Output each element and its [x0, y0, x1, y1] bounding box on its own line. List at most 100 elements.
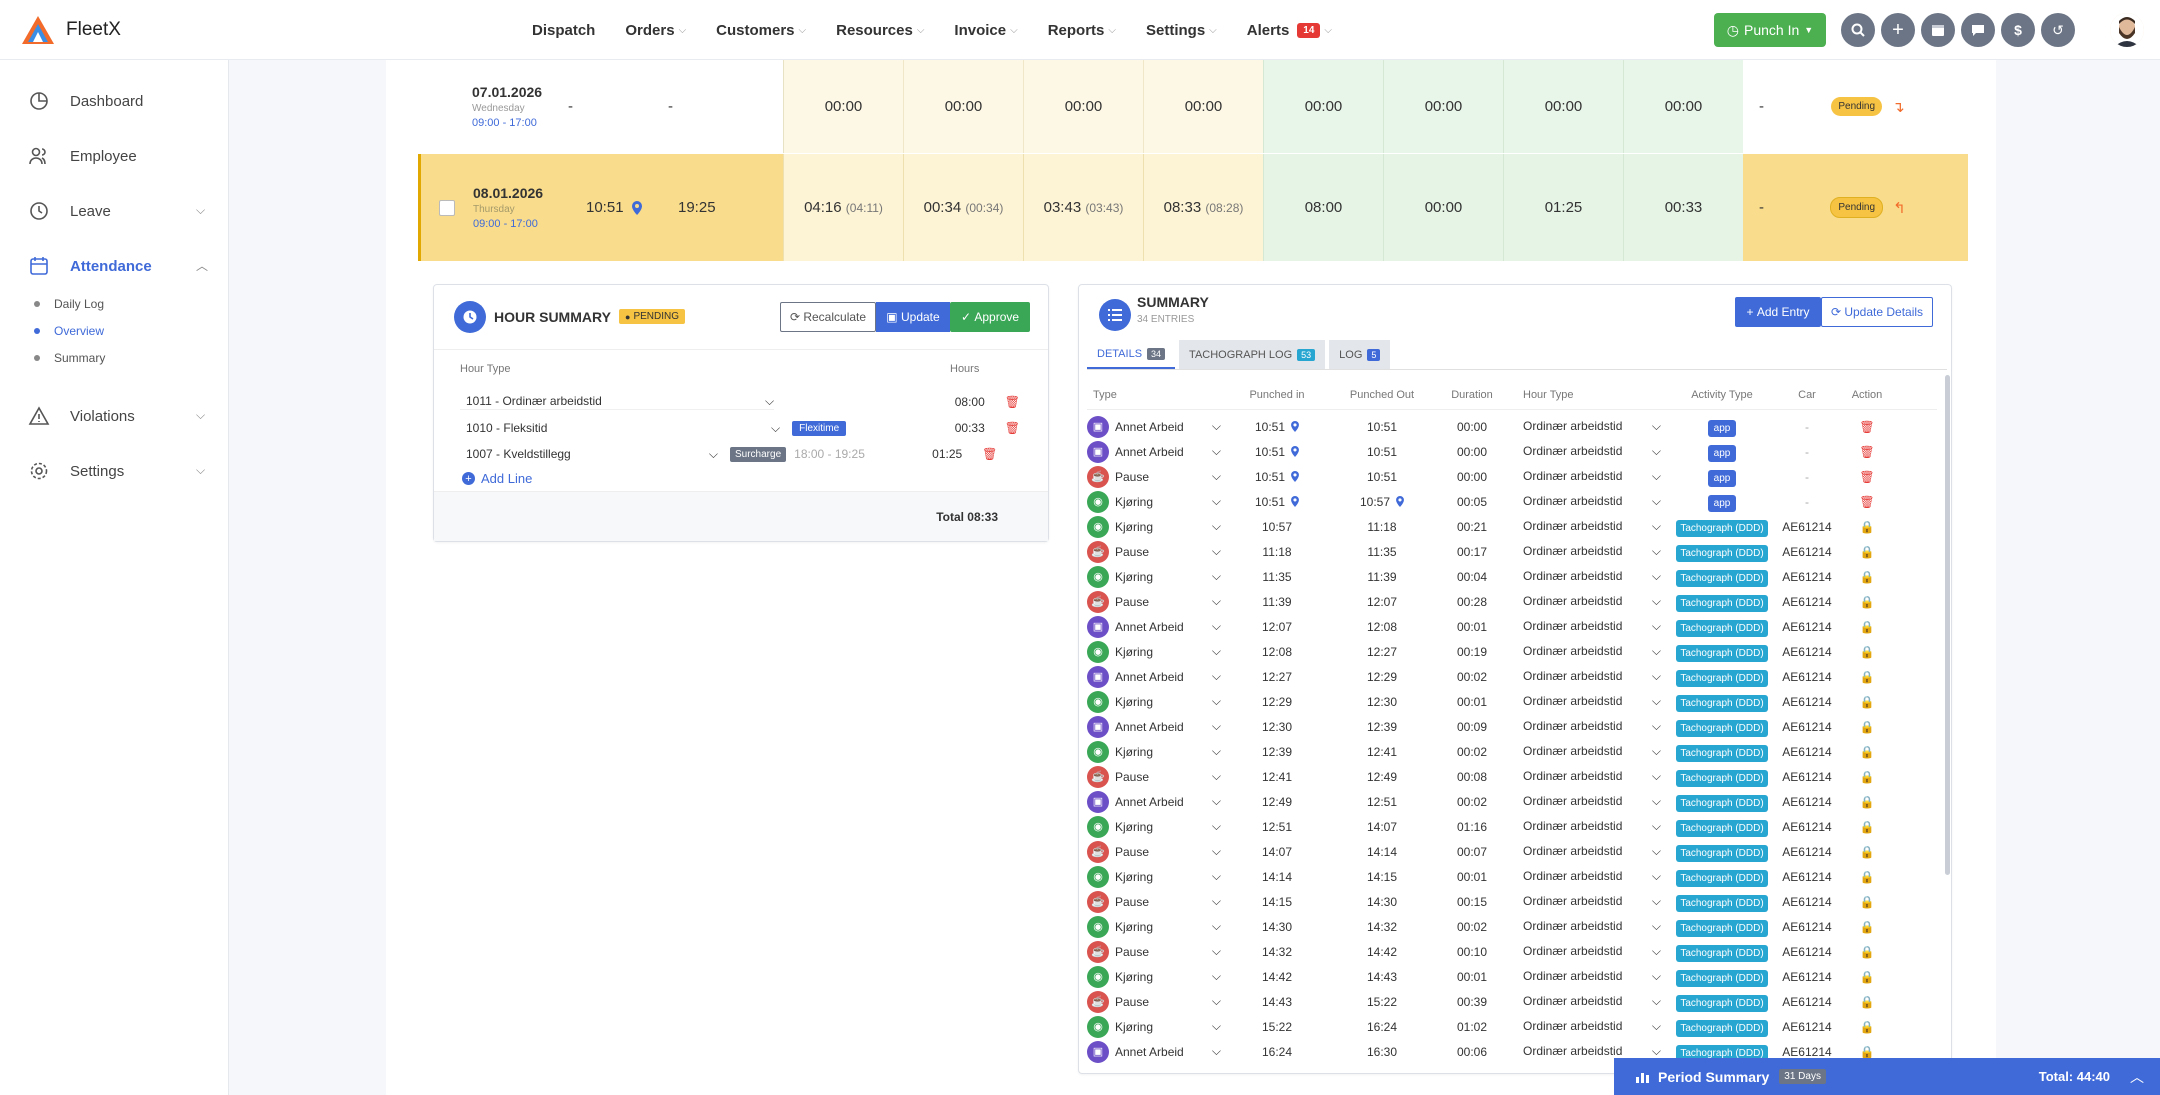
type-cell[interactable]: ☕ Pause ⌵: [1087, 940, 1227, 963]
hour-type-select[interactable]: Ordinær arbeidstid ⌵: [1507, 894, 1667, 909]
nav-dispatch[interactable]: Dispatch: [532, 22, 595, 39]
sidebar-item-dashboard[interactable]: Dashboard: [28, 90, 143, 112]
nav-settings[interactable]: Settings ⌵: [1146, 22, 1217, 39]
hour-type-select[interactable]: Ordinær arbeidstid ⌵: [1507, 844, 1667, 859]
type-cell[interactable]: ◉ Kjøring ⌵: [1087, 490, 1227, 513]
history-icon[interactable]: ↺: [2041, 13, 2075, 47]
nav-orders[interactable]: Orders ⌵: [625, 22, 686, 39]
nav-reports[interactable]: Reports ⌵: [1048, 22, 1116, 39]
trash-icon[interactable]: 🗑: [1859, 445, 1874, 459]
tab-tachograph-log[interactable]: TACHOGRAPH LOG 53: [1179, 340, 1326, 369]
type-cell[interactable]: ▣ Annet Arbeid ⌵: [1087, 665, 1227, 688]
chat-icon[interactable]: [1961, 13, 1995, 47]
type-cell[interactable]: ▣ Annet Arbeid ⌵: [1087, 715, 1227, 738]
trash-icon[interactable]: 🗑: [1005, 395, 1020, 409]
location-pin-icon[interactable]: [1396, 496, 1404, 507]
approve-button[interactable]: ✓ Approve: [950, 302, 1030, 332]
hour-type-select[interactable]: 1007 - Kveldstillegg ⌵: [460, 447, 718, 462]
location-pin-icon[interactable]: [1291, 471, 1299, 482]
app-logo[interactable]: FleetX: [20, 14, 121, 46]
type-cell[interactable]: ◉ Kjøring ⌵: [1087, 690, 1227, 713]
update-button[interactable]: ▣ Update: [876, 302, 950, 332]
type-cell[interactable]: ☕ Pause ⌵: [1087, 465, 1227, 488]
hour-type-select[interactable]: Ordinær arbeidstid ⌵: [1507, 1019, 1667, 1034]
avatar[interactable]: [2110, 13, 2144, 47]
row-checkbox[interactable]: [439, 199, 455, 216]
type-cell[interactable]: ◉ Kjøring ⌵: [1087, 565, 1227, 588]
trash-icon[interactable]: 🗑: [1859, 495, 1874, 509]
hour-type-select[interactable]: Ordinær arbeidstid ⌵: [1507, 619, 1667, 634]
type-cell[interactable]: ☕ Pause ⌵: [1087, 890, 1227, 913]
type-cell[interactable]: ▣ Annet Arbeid ⌵: [1087, 440, 1227, 463]
nav-customers[interactable]: Customers ⌵: [716, 22, 806, 39]
type-cell[interactable]: ▣ Annet Arbeid ⌵: [1087, 415, 1227, 438]
update-details-button[interactable]: ⟳ Update Details: [1821, 297, 1933, 327]
plus-icon[interactable]: +: [1881, 13, 1915, 47]
hour-type-select[interactable]: Ordinær arbeidstid ⌵: [1507, 819, 1667, 834]
hour-type-select[interactable]: 1011 - Ordinær arbeidstid ⌵: [460, 394, 775, 410]
nav-invoice[interactable]: Invoice ⌵: [954, 22, 1017, 39]
hour-type-select[interactable]: Ordinær arbeidstid ⌵: [1507, 794, 1667, 809]
chevron-down-icon[interactable]: ⌵: [196, 463, 205, 478]
type-cell[interactable]: ☕ Pause ⌵: [1087, 765, 1227, 788]
type-cell[interactable]: ☕ Pause ⌵: [1087, 990, 1227, 1013]
sidebar-item-leave[interactable]: Leave: [28, 200, 111, 222]
hour-type-select[interactable]: Ordinær arbeidstid ⌵: [1507, 694, 1667, 709]
trash-icon[interactable]: 🗑: [982, 447, 997, 461]
tab-log[interactable]: LOG 5: [1329, 340, 1391, 369]
hour-type-select[interactable]: Ordinær arbeidstid ⌵: [1507, 419, 1667, 434]
add-line-button[interactable]: + Add Line: [462, 471, 532, 486]
chevron-up-icon[interactable]: ︿: [196, 257, 208, 274]
punch-in-button[interactable]: ◷ Punch In ▼: [1714, 13, 1826, 47]
hour-type-select[interactable]: Ordinær arbeidstid ⌵: [1507, 719, 1667, 734]
type-cell[interactable]: ▣ Annet Arbeid ⌵: [1087, 1040, 1227, 1063]
type-cell[interactable]: ◉ Kjøring ⌵: [1087, 965, 1227, 988]
sidebar-subitem-daily-log[interactable]: Daily Log: [34, 297, 104, 311]
location-pin-icon[interactable]: [1291, 446, 1299, 457]
tab-details[interactable]: DETAILS 34: [1087, 340, 1176, 369]
type-cell[interactable]: ☕ Pause ⌵: [1087, 590, 1227, 613]
add-entry-button[interactable]: + Add Entry: [1735, 297, 1821, 327]
dollar-icon[interactable]: $: [2001, 13, 2035, 47]
type-cell[interactable]: ◉ Kjøring ⌵: [1087, 865, 1227, 888]
type-cell[interactable]: ▣ Annet Arbeid ⌵: [1087, 615, 1227, 638]
day-row-selected[interactable]: 08.01.2026 Thursday 09:00 - 17:00 10:51 …: [418, 154, 1968, 261]
type-cell[interactable]: ◉ Kjøring ⌵: [1087, 915, 1227, 938]
search-icon[interactable]: [1841, 13, 1875, 47]
chevron-down-icon[interactable]: ⌵: [196, 408, 205, 423]
hour-type-select[interactable]: Ordinær arbeidstid ⌵: [1507, 594, 1667, 609]
hour-type-select[interactable]: Ordinær arbeidstid ⌵: [1507, 769, 1667, 784]
hour-type-select[interactable]: Ordinær arbeidstid ⌵: [1507, 969, 1667, 984]
sidebar-item-attendance[interactable]: Attendance: [28, 255, 152, 277]
hour-type-select[interactable]: Ordinær arbeidstid ⌵: [1507, 444, 1667, 459]
sidebar-item-settings[interactable]: Settings: [28, 460, 124, 482]
type-cell[interactable]: ☕ Pause ⌵: [1087, 540, 1227, 563]
location-pin-icon[interactable]: [1291, 421, 1299, 432]
sidebar-subitem-summary[interactable]: Summary: [34, 351, 105, 365]
period-summary-bar[interactable]: Period Summary 31 Days Total: 44:40 ︿: [1614, 1058, 2160, 1095]
type-cell[interactable]: ◉ Kjøring ⌵: [1087, 640, 1227, 663]
type-cell[interactable]: ◉ Kjøring ⌵: [1087, 515, 1227, 538]
chevron-down-icon[interactable]: ⌵: [196, 203, 205, 218]
trash-icon[interactable]: 🗑: [1859, 470, 1874, 484]
hour-type-select[interactable]: Ordinær arbeidstid ⌵: [1507, 569, 1667, 584]
sidebar-subitem-overview[interactable]: Overview: [34, 324, 104, 338]
type-cell[interactable]: ☕ Pause ⌵: [1087, 840, 1227, 863]
undo-arrow-icon[interactable]: ↴: [1892, 98, 1905, 116]
location-pin-icon[interactable]: [1291, 496, 1299, 507]
type-cell[interactable]: ▣ Annet Arbeid ⌵: [1087, 790, 1227, 813]
hour-type-select[interactable]: Ordinær arbeidstid ⌵: [1507, 994, 1667, 1009]
hour-type-select[interactable]: Ordinær arbeidstid ⌵: [1507, 1044, 1667, 1059]
hour-type-select[interactable]: Ordinær arbeidstid ⌵: [1507, 519, 1667, 534]
sidebar-item-employee[interactable]: Employee: [28, 145, 137, 167]
sidebar-item-violations[interactable]: Violations: [28, 405, 135, 427]
hour-type-select[interactable]: Ordinær arbeidstid ⌵: [1507, 469, 1667, 484]
hour-type-select[interactable]: Ordinær arbeidstid ⌵: [1507, 494, 1667, 509]
hour-type-select[interactable]: Ordinær arbeidstid ⌵: [1507, 644, 1667, 659]
undo-arrow-icon[interactable]: ↰: [1893, 199, 1906, 217]
calendar-icon[interactable]: [1921, 13, 1955, 47]
trash-icon[interactable]: 🗑: [1859, 420, 1874, 434]
hour-type-select[interactable]: Ordinær arbeidstid ⌵: [1507, 544, 1667, 559]
hour-type-select[interactable]: Ordinær arbeidstid ⌵: [1507, 744, 1667, 759]
hour-type-select[interactable]: Ordinær arbeidstid ⌵: [1507, 919, 1667, 934]
